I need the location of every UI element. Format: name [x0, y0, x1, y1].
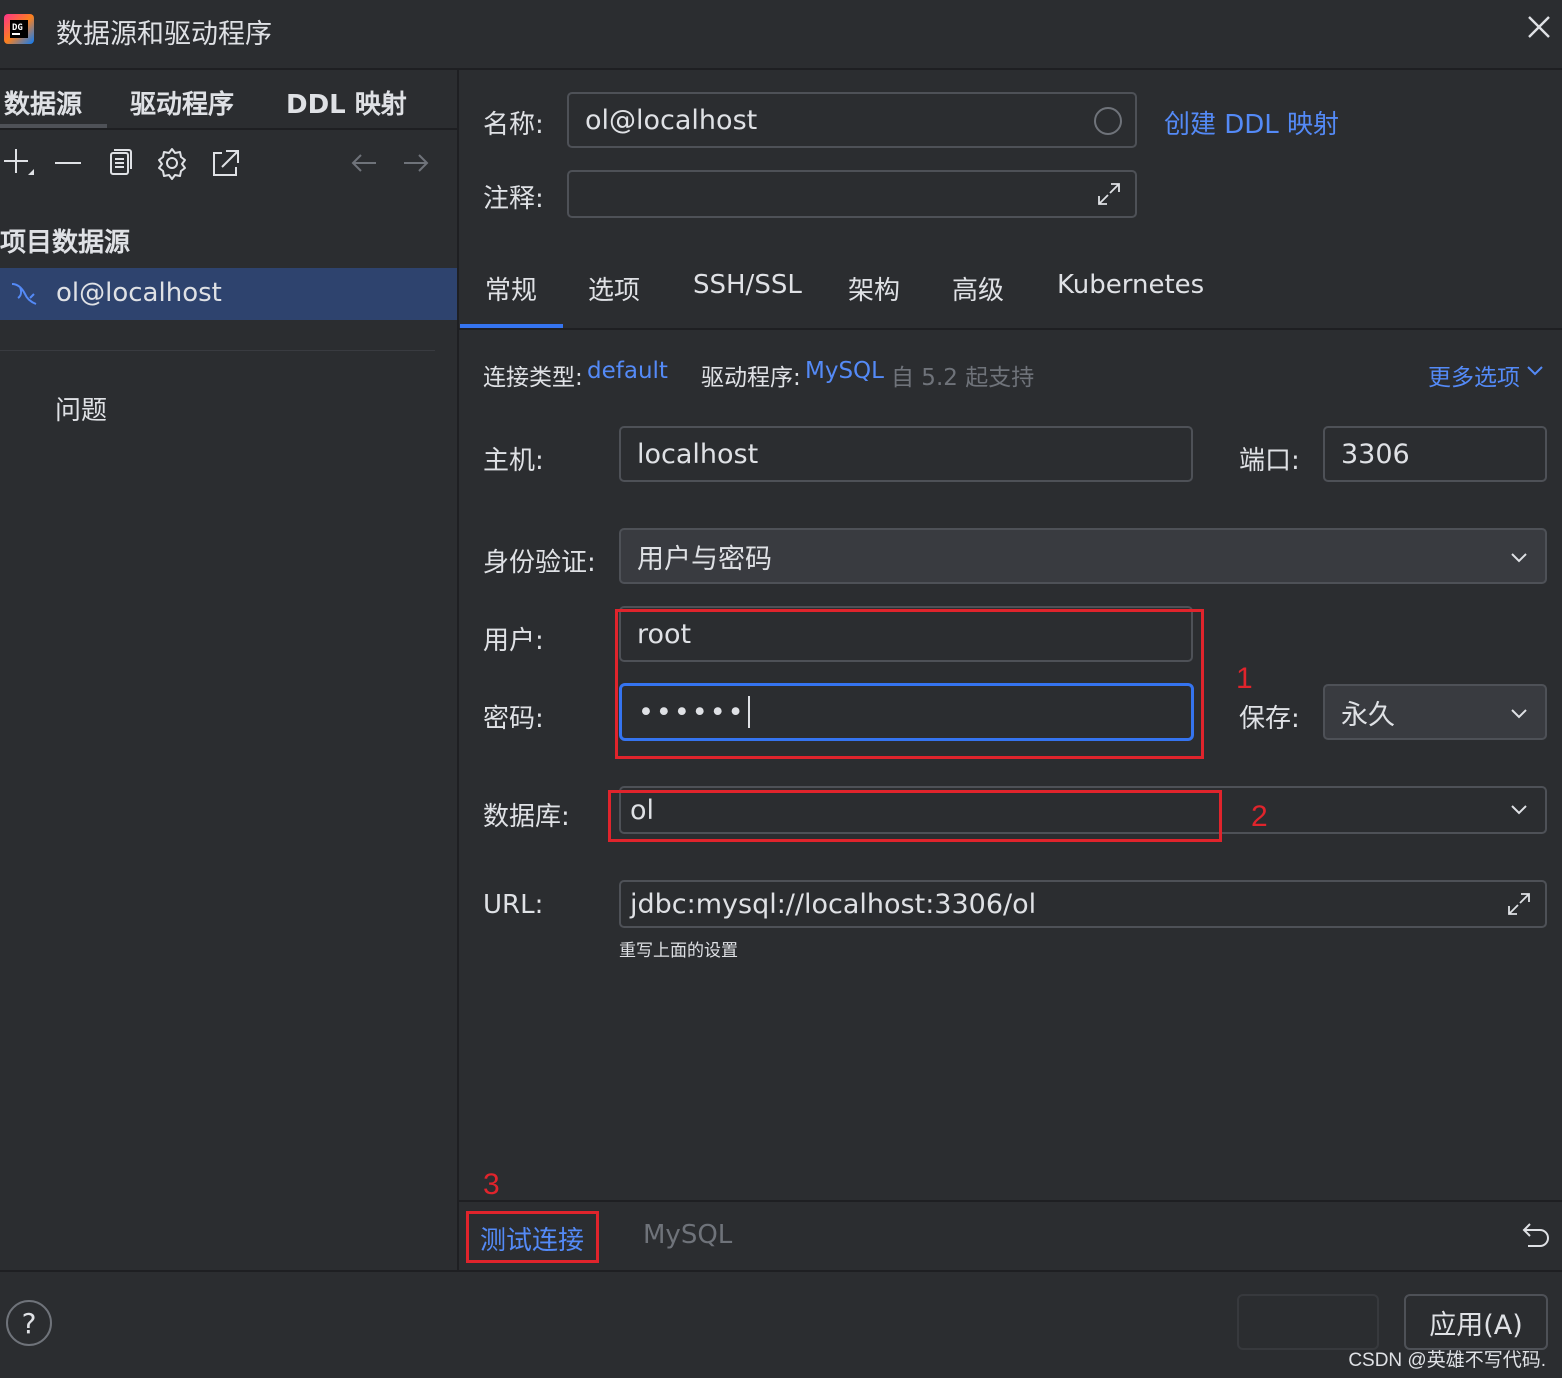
color-circle-icon[interactable]: [1093, 106, 1123, 136]
annotation-box-test-connection: [466, 1211, 599, 1263]
mysql-dolphin-icon: [11, 283, 37, 305]
tabs-separator: [0, 128, 457, 130]
save-value: 永久: [1341, 699, 1395, 731]
remove-icon[interactable]: [50, 145, 86, 181]
list-separator: [0, 350, 435, 351]
apply-button[interactable]: 应用(A): [1404, 1294, 1548, 1350]
annotation-box-database: [608, 790, 1222, 842]
driver-link[interactable]: MySQL: [805, 358, 884, 384]
bottom-toolbar: [459, 1200, 1562, 1270]
problems-item[interactable]: 问题: [55, 390, 107, 427]
annotation-number-2: 2: [1251, 800, 1268, 833]
expand-icon[interactable]: [1093, 178, 1125, 210]
app-logo-icon: DG: [4, 14, 34, 44]
host-field[interactable]: localhost: [619, 426, 1193, 482]
watermark: CSDN @英雄不写代码.: [1348, 1350, 1546, 1371]
driver-label: 驱动程序:: [701, 365, 801, 391]
port-field[interactable]: 3306: [1323, 426, 1547, 482]
expand-icon[interactable]: [1503, 888, 1535, 920]
url-hint: 重写上面的设置: [619, 941, 738, 961]
name-field[interactable]: ol@localhost: [567, 92, 1137, 148]
tab-schemas[interactable]: 架构: [848, 270, 900, 307]
annotation-number-3: 3: [483, 1168, 500, 1201]
annotation-box-credentials: [615, 609, 1204, 759]
database-label: 数据库:: [483, 802, 570, 832]
driver-note: 自 5.2 起支持: [891, 365, 1035, 391]
host-label: 主机:: [483, 446, 544, 476]
driver-name-label: MySQL: [643, 1220, 733, 1250]
tabs-separator: [459, 328, 1562, 330]
url-label: URL:: [483, 890, 544, 920]
auth-value: 用户与密码: [637, 543, 772, 575]
back-arrow-icon[interactable]: [346, 145, 382, 181]
name-label: 名称:: [483, 110, 544, 140]
forward-arrow-icon[interactable]: [398, 145, 434, 181]
host-value: localhost: [637, 438, 759, 470]
url-field[interactable]: jdbc:mysql://localhost:3306/ol: [619, 880, 1547, 928]
password-label: 密码:: [483, 704, 544, 734]
tab-options[interactable]: 选项: [588, 270, 640, 307]
datasource-label: ol@localhost: [56, 278, 222, 308]
conn-type-label: 连接类型:: [483, 365, 583, 391]
tab-general[interactable]: 常规: [485, 270, 537, 307]
gear-icon[interactable]: [154, 145, 190, 181]
close-icon[interactable]: [1522, 10, 1556, 44]
user-label: 用户:: [483, 626, 544, 656]
comment-field[interactable]: [567, 170, 1137, 218]
tab-kubernetes[interactable]: Kubernetes: [1057, 270, 1204, 300]
chevron-down-icon: [1511, 709, 1527, 719]
chevron-down-icon[interactable]: [1524, 360, 1546, 382]
auth-select[interactable]: 用户与密码: [619, 528, 1547, 584]
save-select[interactable]: 永久: [1323, 684, 1547, 740]
annotation-number-1: 1: [1236, 662, 1253, 695]
chevron-down-icon: [1511, 553, 1527, 563]
more-options-link[interactable]: 更多选项: [1428, 358, 1520, 392]
tab-ddl-mappings[interactable]: DDL 映射: [286, 84, 407, 121]
name-value: ol@localhost: [585, 104, 758, 136]
tab-datasources[interactable]: 数据源: [4, 84, 82, 121]
help-button[interactable]: ?: [6, 1300, 52, 1346]
url-value: jdbc:mysql://localhost:3306/ol: [630, 888, 1037, 920]
add-icon[interactable]: [0, 145, 36, 181]
create-ddl-mapping-link[interactable]: 创建 DDL 映射: [1164, 104, 1339, 141]
tab-drivers[interactable]: 驱动程序: [130, 84, 234, 121]
panel-splitter[interactable]: [457, 70, 459, 1270]
section-title: 项目数据源: [0, 228, 131, 258]
window-title: 数据源和驱动程序: [56, 19, 272, 50]
port-label: 端口:: [1239, 446, 1300, 476]
port-value: 3306: [1341, 438, 1410, 470]
conn-type-link[interactable]: default: [587, 358, 668, 384]
svg-text:DG: DG: [12, 23, 23, 33]
comment-label: 注释:: [483, 184, 544, 214]
copy-icon[interactable]: [102, 145, 138, 181]
auth-label: 身份验证:: [483, 548, 596, 578]
tab-ssh-ssl[interactable]: SSH/SSL: [693, 270, 802, 300]
tab-advanced[interactable]: 高级: [952, 270, 1004, 307]
chevron-down-icon[interactable]: [1507, 798, 1531, 822]
save-label: 保存:: [1239, 704, 1300, 734]
open-external-icon[interactable]: [206, 145, 242, 181]
ok-button-faded[interactable]: [1237, 1294, 1379, 1350]
undo-icon[interactable]: [1520, 1218, 1554, 1252]
